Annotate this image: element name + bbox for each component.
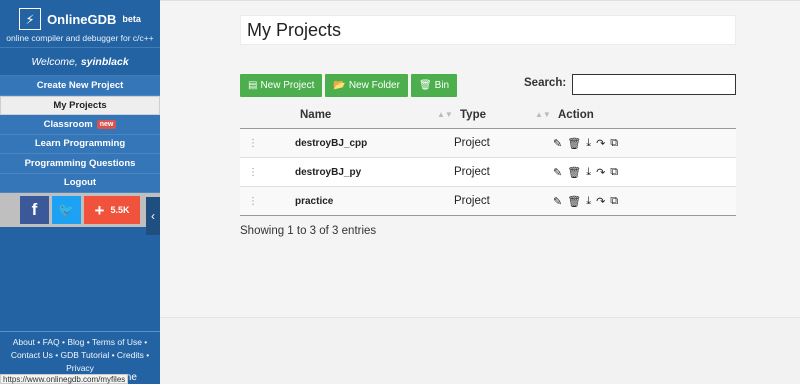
download-icon[interactable]: ⤓ <box>586 137 591 150</box>
share-count: 5.5K <box>110 205 130 215</box>
footer-links-line2[interactable]: Contact Us • GDB Tutorial • Credits • <box>0 349 160 362</box>
chevron-left-icon: ‹ <box>151 209 155 223</box>
share-bar: f 🐦 + 5.5K <box>0 193 160 227</box>
table-row[interactable]: ⋮ practice Project ✎ 🗑 ⤓ ↷ ⧉ <box>240 187 736 216</box>
table-row[interactable]: ⋮ destroyBJ_py Project ✎ 🗑 ⤓ ↷ ⧉ <box>240 158 736 187</box>
main-content: My Projects ▤ New Project 📂 New Folder 🗑… <box>160 0 800 318</box>
welcome-username: syinblack <box>80 55 129 68</box>
sidebar-item-create-new-project[interactable]: Create New Project <box>0 76 160 96</box>
project-name-link[interactable]: destroyBJ_cpp <box>295 138 367 149</box>
copy-icon[interactable]: ⧉ <box>610 195 618 208</box>
lightning-logo-icon: ⚡ <box>19 8 42 30</box>
facebook-icon: f <box>31 200 38 219</box>
drag-handle-icon[interactable]: ⋮ <box>248 196 258 207</box>
column-header-action: Action <box>558 108 594 121</box>
page-title: My Projects <box>240 15 736 45</box>
edit-icon[interactable]: ✎ <box>553 166 562 179</box>
sidebar-item-label: My Projects <box>53 99 107 111</box>
sidebar-item-label: Create New Project <box>36 79 124 91</box>
brand-tagline: online compiler and debugger for c/c++ <box>6 33 154 43</box>
twitter-icon: 🐦 <box>58 202 75 217</box>
facebook-share-button[interactable]: f <box>20 196 49 224</box>
projects-table: Name ▲▼ Type ▲▼ Action ⋮ destroyBJ_cpp P… <box>240 101 736 216</box>
copy-icon[interactable]: ⧉ <box>610 137 618 150</box>
table-header: Name ▲▼ Type ▲▼ Action <box>240 101 736 129</box>
brand-header[interactable]: ⚡ OnlineGDB beta online compiler and deb… <box>0 0 160 48</box>
project-type: Project <box>454 195 490 207</box>
sidebar-item-programming-questions[interactable]: Programming Questions <box>0 154 160 174</box>
share-more-button[interactable]: + 5.5K <box>84 196 140 224</box>
project-name-link[interactable]: destroyBJ_py <box>295 167 361 178</box>
search-input[interactable] <box>572 74 736 95</box>
table-row[interactable]: ⋮ destroyBJ_cpp Project ✎ 🗑 ⤓ ↷ ⧉ <box>240 129 736 158</box>
toolbar: ▤ New Project 📂 New Folder 🗑 Bin <box>240 74 458 97</box>
drag-handle-icon[interactable]: ⋮ <box>248 167 258 178</box>
status-bar-url: https://www.onlinegdb.com/myfiles <box>0 374 129 384</box>
row-actions: ✎ 🗑 ⤓ ↷ ⧉ <box>553 195 618 208</box>
sidebar-item-logout[interactable]: Logout <box>0 173 160 193</box>
project-type: Project <box>454 137 490 149</box>
main-lower-area <box>160 318 800 384</box>
project-type: Project <box>454 166 490 178</box>
edit-icon[interactable]: ✎ <box>553 195 562 208</box>
sidebar-item-my-projects[interactable]: My Projects <box>0 95 160 115</box>
delete-icon[interactable]: 🗑 <box>567 195 581 208</box>
folder-open-icon: 📂 <box>333 80 346 91</box>
sidebar-item-classroom[interactable]: Classroom new <box>0 115 160 135</box>
search-label: Search: <box>524 77 567 89</box>
bin-button[interactable]: 🗑 Bin <box>410 74 458 97</box>
window-icon: ▤ <box>248 80 258 91</box>
welcome-message: Welcome, syinblack <box>0 48 160 76</box>
share-icon[interactable]: ↷ <box>596 195 605 208</box>
footer-links-line1[interactable]: About • FAQ • Blog • Terms of Use • <box>0 336 160 349</box>
column-header-type[interactable]: Type <box>460 109 486 121</box>
new-folder-label: New Folder <box>348 80 400 91</box>
welcome-prefix: Welcome, <box>31 55 78 68</box>
brand-name: OnlineGDB <box>47 11 117 27</box>
column-header-name[interactable]: Name <box>300 109 331 121</box>
new-folder-button[interactable]: 📂 New Folder <box>325 74 408 97</box>
drag-handle-icon[interactable]: ⋮ <box>248 138 258 149</box>
row-actions: ✎ 🗑 ⤓ ↷ ⧉ <box>553 137 618 150</box>
new-project-label: New Project <box>260 80 315 91</box>
plus-icon: + <box>94 200 105 220</box>
twitter-share-button[interactable]: 🐦 <box>52 196 81 224</box>
sidebar-item-learn-programming[interactable]: Learn Programming <box>0 134 160 154</box>
entries-info: Showing 1 to 3 of 3 entries <box>240 225 377 237</box>
edit-icon[interactable]: ✎ <box>553 137 562 150</box>
share-icon[interactable]: ↷ <box>596 166 605 179</box>
brand-beta: beta <box>122 14 141 24</box>
new-project-button[interactable]: ▤ New Project <box>240 74 323 97</box>
sidebar-item-label: Classroom <box>43 118 93 130</box>
delete-icon[interactable]: 🗑 <box>567 166 581 179</box>
sidebar-item-label: Learn Programming <box>34 138 126 150</box>
trash-icon: 🗑 <box>418 80 432 91</box>
collapse-sidebar-button[interactable]: ‹ <box>146 197 160 235</box>
row-actions: ✎ 🗑 ⤓ ↷ ⧉ <box>553 166 618 179</box>
sidebar: ⚡ OnlineGDB beta online compiler and deb… <box>0 0 160 384</box>
sidebar-item-label: Logout <box>63 177 97 189</box>
sort-icon[interactable]: ▲▼ <box>437 110 453 119</box>
download-icon[interactable]: ⤓ <box>586 195 591 208</box>
sidebar-item-label: Programming Questions <box>24 157 136 169</box>
new-badge: new <box>96 119 117 129</box>
project-name-link[interactable]: practice <box>295 196 333 207</box>
share-icon[interactable]: ↷ <box>596 137 605 150</box>
sidebar-footer: About • FAQ • Blog • Terms of Use • Cont… <box>0 331 160 375</box>
copy-icon[interactable]: ⧉ <box>610 166 618 179</box>
sort-icon[interactable]: ▲▼ <box>535 110 551 119</box>
delete-icon[interactable]: 🗑 <box>567 137 581 150</box>
download-icon[interactable]: ⤓ <box>586 166 591 179</box>
bin-label: Bin <box>434 80 450 91</box>
